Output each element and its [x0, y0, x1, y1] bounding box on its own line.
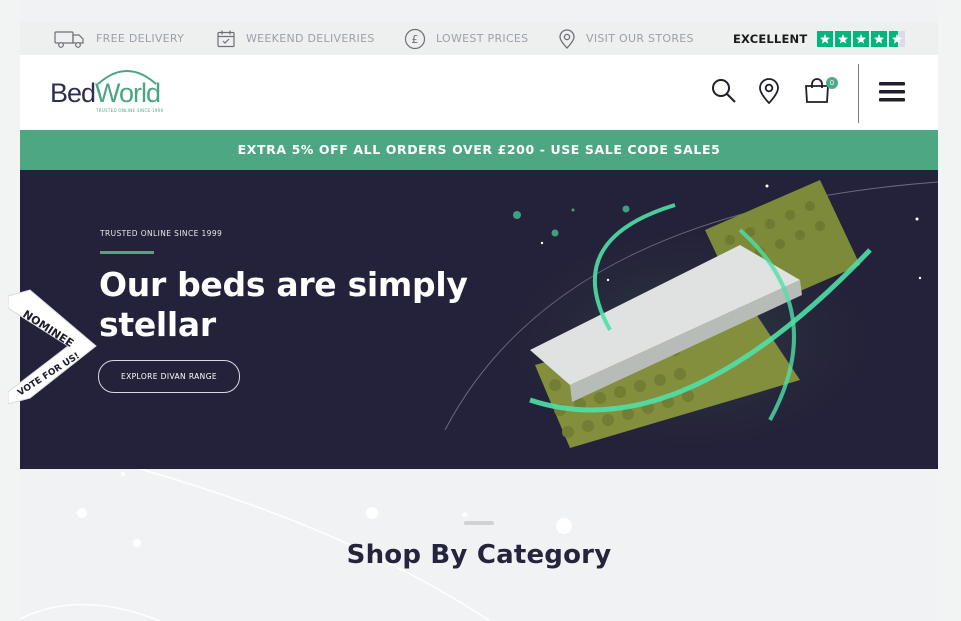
star-icon	[835, 30, 852, 47]
usp-visit-stores[interactable]: VISIT OUR STORES	[558, 22, 694, 55]
usp-label: LOWEST PRICES	[436, 32, 529, 45]
delivery-truck-icon	[54, 29, 86, 49]
store-locator-icon[interactable]	[758, 77, 780, 109]
usp-free-delivery[interactable]: FREE DELIVERY	[54, 22, 184, 55]
logo-world: World	[95, 78, 161, 108]
page: FREE DELIVERY WEEKEND DELIVERIES £ LOWES…	[20, 0, 938, 621]
usp-label: FREE DELIVERY	[96, 32, 185, 45]
hero-title: Our beds are simply stellar	[99, 265, 468, 344]
usp-weekend-deliveries[interactable]: WEEKEND DELIVERIES	[216, 22, 375, 55]
header-divider	[858, 64, 859, 123]
category-divider	[464, 521, 494, 525]
trustpilot-stars	[817, 30, 906, 47]
star-icon	[853, 30, 870, 47]
star-icon	[871, 30, 888, 47]
hero-bed-illustration	[444, 180, 938, 460]
search-icon[interactable]	[710, 77, 738, 109]
explore-divan-range-button[interactable]: EXPLORE DIVAN RANGE	[98, 360, 240, 393]
pound-coin-icon: £	[404, 28, 426, 50]
trustpilot-rating[interactable]: EXCELLENT	[733, 22, 906, 55]
site-header: BedWorld TRUSTED ONLINE SINCE 1999 0	[20, 55, 938, 130]
ribbon-vote-text: VOTE FOR US!	[16, 351, 82, 398]
shop-by-category-heading: Shop By Category	[346, 540, 612, 570]
bedworld-logo[interactable]: BedWorld TRUSTED ONLINE SINCE 1999	[50, 64, 165, 116]
logo-bed: Bed	[50, 78, 96, 108]
half-star-icon	[889, 30, 906, 47]
logo-tagline: TRUSTED ONLINE SINCE 1999	[96, 108, 164, 113]
hamburger-menu-icon[interactable]	[878, 80, 906, 108]
star-icon	[817, 30, 834, 47]
calendar-icon	[216, 29, 236, 49]
usp-lowest-prices[interactable]: £ LOWEST PRICES	[404, 22, 528, 55]
hero-tagline: TRUSTED ONLINE SINCE 1999	[100, 229, 223, 238]
usp-label: WEEKEND DELIVERIES	[246, 32, 375, 45]
logo-wordmark: BedWorld	[50, 78, 161, 109]
cart-count-badge: 0	[826, 77, 838, 89]
hero-banner: TRUSTED ONLINE SINCE 1999 Our beds are s…	[20, 170, 938, 469]
usp-label: VISIT OUR STORES	[586, 32, 694, 45]
trustpilot-label: EXCELLENT	[733, 31, 808, 46]
nominee-ribbon-badge[interactable]: NOMINEE VOTE FOR US!	[8, 286, 98, 426]
utility-bar: FREE DELIVERY WEEKEND DELIVERIES £ LOWES…	[20, 22, 938, 55]
hero-accent-line	[100, 251, 154, 254]
svg-text:£: £	[411, 33, 418, 46]
location-pin-icon	[558, 28, 576, 49]
promo-banner[interactable]: EXTRA 5% OFF ALL ORDERS OVER £200 - USE …	[20, 130, 938, 170]
